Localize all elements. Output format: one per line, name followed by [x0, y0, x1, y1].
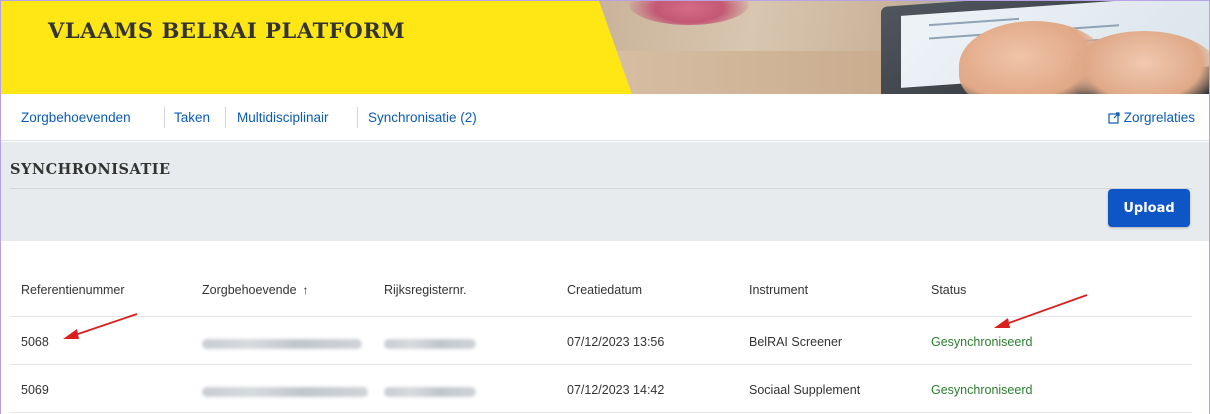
hero-photo: [599, 1, 1209, 94]
divider: [10, 188, 1192, 189]
arrow-up-icon: ↑: [302, 283, 309, 297]
sync-table: Referentienummer Zorgbehoevende ↑ Rijksre…: [10, 267, 1192, 413]
app-window: VLAAMS BELRAI PLATFORM Zorgbehoevenden T…: [0, 0, 1210, 414]
nav-item-zorgbehoevenden[interactable]: Zorgbehoevenden: [21, 110, 131, 125]
upload-button[interactable]: Upload: [1108, 189, 1190, 227]
nav-item-multidisciplinair[interactable]: Multidisciplinair: [237, 110, 329, 125]
cell-referentienummer: 5068: [21, 335, 49, 349]
main-nav: Zorgbehoevenden Taken Multidisciplinair …: [1, 94, 1209, 141]
nav-item-synchronisatie[interactable]: Synchronisatie (2): [368, 110, 477, 125]
cell-creatiedatum: 07/12/2023 13:56: [567, 335, 665, 349]
page-title: SYNCHRONISATIE: [10, 161, 171, 178]
cell-status: Gesynchroniseerd: [931, 383, 1033, 397]
nav-divider: [357, 107, 358, 128]
cell-zorgbehoevende-redacted: [202, 335, 362, 350]
synchronisatie-panel: SYNCHRONISATIE Upload: [1, 142, 1209, 241]
cell-creatiedatum: 07/12/2023 14:42: [567, 383, 665, 397]
cell-referentienummer: 5069: [21, 383, 49, 397]
column-header-instrument[interactable]: Instrument: [749, 283, 808, 297]
cell-instrument: Sociaal Supplement: [749, 383, 861, 397]
external-link-icon: [1108, 111, 1120, 124]
column-header-zorgbehoevende-label: Zorgbehoevende: [202, 283, 297, 297]
brand-title: VLAAMS BELRAI PLATFORM: [48, 18, 406, 43]
cell-instrument: BelRAI Screener: [749, 335, 843, 349]
zorgrelaties-link[interactable]: Zorgrelaties: [1108, 110, 1195, 125]
table-header-row: Referentienummer Zorgbehoevende ↑ Rijksre…: [10, 267, 1192, 317]
table-row[interactable]: 5069 07/12/2023 14:42 Sociaal Supplement…: [10, 365, 1192, 413]
column-header-zorgbehoevende[interactable]: Zorgbehoevende ↑: [202, 283, 309, 297]
column-header-status[interactable]: Status: [931, 283, 966, 297]
cell-zorgbehoevende-redacted: [202, 383, 368, 398]
column-header-creatiedatum[interactable]: Creatiedatum: [567, 283, 642, 297]
cell-rijksregisternr-redacted: [384, 383, 476, 398]
zorgrelaties-label: Zorgrelaties: [1123, 110, 1195, 125]
cell-status: Gesynchroniseerd: [931, 335, 1033, 349]
nav-divider: [225, 107, 226, 128]
table-row[interactable]: 5068 07/12/2023 13:56 BelRAI Screener Ge…: [10, 317, 1192, 365]
cell-rijksregisternr-redacted: [384, 335, 476, 350]
nav-divider: [164, 107, 165, 128]
header-banner: VLAAMS BELRAI PLATFORM: [1, 1, 1209, 94]
column-header-rijksregisternr[interactable]: Rijksregisternr.: [384, 283, 467, 297]
column-header-referentienummer[interactable]: Referentienummer: [21, 283, 125, 297]
nav-item-taken[interactable]: Taken: [174, 110, 210, 125]
